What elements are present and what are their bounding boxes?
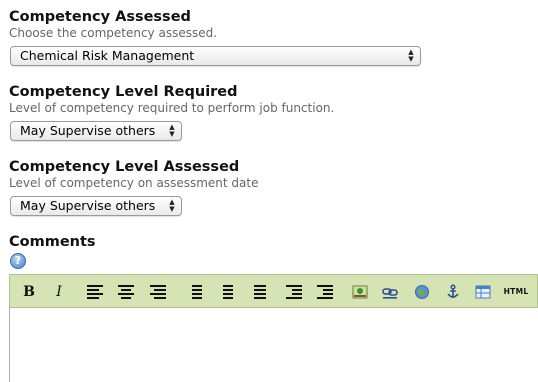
outdent-icon[interactable] bbox=[250, 285, 266, 299]
competency-assessed-section: Competency Assessed Choose the competenc… bbox=[9, 9, 217, 41]
level-assessed-hint: Level of competency on assessment date bbox=[9, 176, 259, 190]
select-arrows-icon: ▲ ▼ bbox=[169, 123, 175, 138]
comments-editor[interactable] bbox=[9, 308, 538, 382]
comments-section: Comments bbox=[9, 234, 96, 251]
unordered-list-icon[interactable] bbox=[217, 285, 233, 299]
indent-icon[interactable] bbox=[286, 285, 302, 299]
level-required-label: Competency Level Required bbox=[9, 84, 238, 100]
competency-assessed-value: Chemical Risk Management bbox=[20, 48, 195, 63]
align-right-icon[interactable] bbox=[150, 285, 166, 299]
level-assessed-select[interactable]: May Supervise others ▲ ▼ bbox=[10, 196, 182, 216]
select-arrows-icon: ▲ ▼ bbox=[408, 48, 414, 63]
link-icon[interactable] bbox=[382, 284, 398, 300]
level-required-hint: Level of competency required to perform … bbox=[9, 101, 335, 115]
image-icon[interactable] bbox=[352, 284, 368, 300]
competency-assessed-hint: Choose the competency assessed. bbox=[9, 26, 218, 40]
select-arrows-icon: ▲ ▼ bbox=[169, 198, 175, 213]
comments-label: Comments bbox=[9, 234, 96, 250]
competency-assessed-select[interactable]: Chemical Risk Management ▲ ▼ bbox=[10, 46, 421, 66]
indent-more-icon[interactable] bbox=[317, 285, 333, 299]
level-assessed-section: Competency Level Assessed Level of compe… bbox=[9, 159, 258, 191]
help-icon[interactable]: ? bbox=[10, 253, 26, 269]
italic-button[interactable]: I bbox=[51, 284, 67, 300]
level-assessed-value: May Supervise others bbox=[20, 198, 156, 213]
ordered-list-icon[interactable] bbox=[186, 285, 202, 299]
globe-icon[interactable] bbox=[414, 284, 430, 300]
level-required-select[interactable]: May Supervise others ▲ ▼ bbox=[10, 121, 182, 141]
level-required-section: Competency Level Required Level of compe… bbox=[9, 84, 334, 116]
anchor-icon[interactable] bbox=[445, 284, 461, 300]
level-assessed-label: Competency Level Assessed bbox=[9, 159, 240, 175]
editor-toolbar: B I HTML bbox=[9, 274, 538, 308]
table-icon[interactable] bbox=[475, 284, 491, 300]
align-left-icon[interactable] bbox=[87, 285, 103, 299]
align-center-icon[interactable] bbox=[118, 285, 134, 299]
competency-assessed-label: Competency Assessed bbox=[9, 9, 191, 25]
bold-button[interactable]: B bbox=[21, 284, 37, 300]
level-required-value: May Supervise others bbox=[20, 123, 156, 138]
html-source-button[interactable]: HTML bbox=[503, 284, 529, 300]
